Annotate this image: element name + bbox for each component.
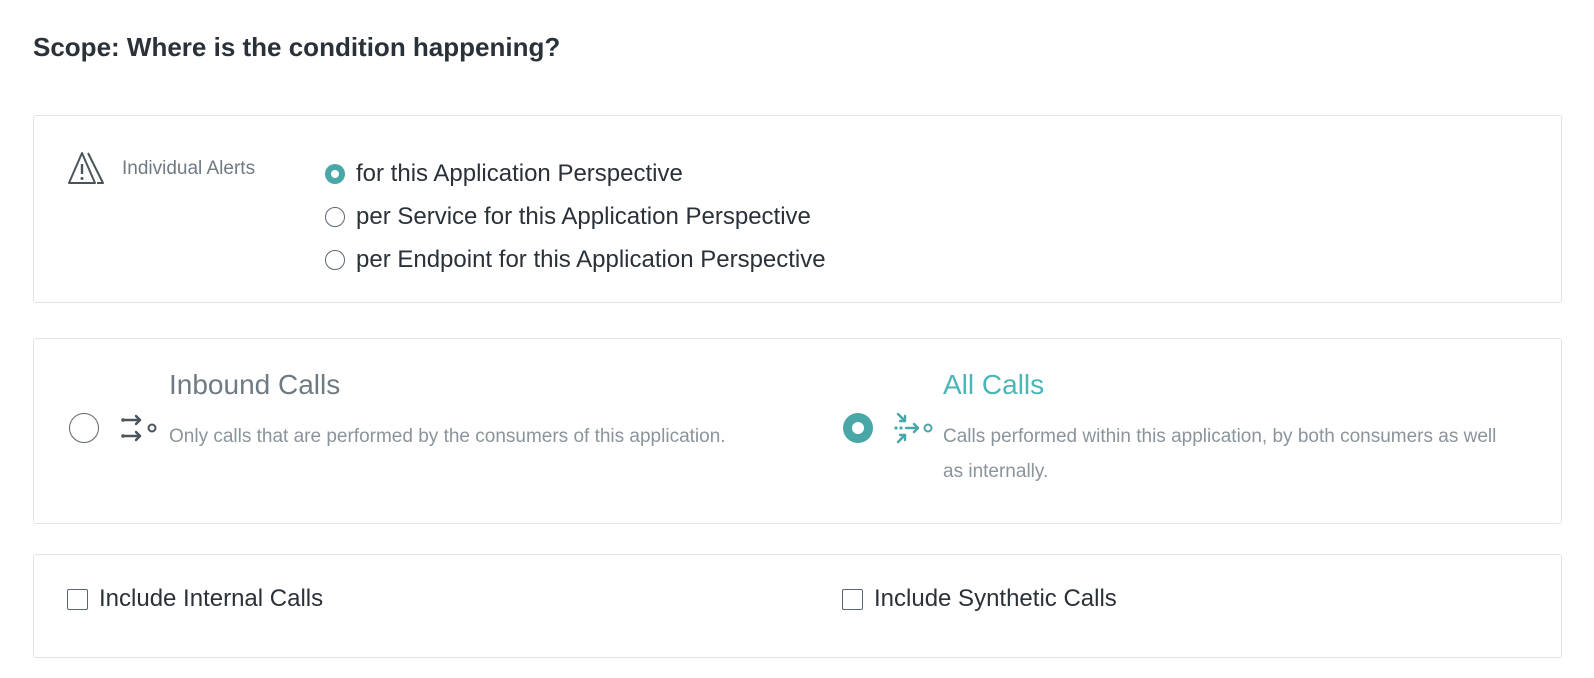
warning-triangles-icon	[68, 152, 104, 184]
include-internal-calls-label: Include Internal Calls	[99, 585, 324, 612]
inbound-calls-icon	[121, 414, 157, 442]
radio-option-label: per Service for this Application Perspec…	[356, 202, 811, 230]
include-synthetic-calls-label: Include Synthetic Calls	[874, 585, 1117, 612]
radio-option-label: per Endpoint for this Application Perspe…	[356, 245, 826, 273]
inbound-calls-title: Inbound Calls	[169, 369, 341, 400]
all-calls-description: Calls performed within this application,…	[943, 426, 1497, 482]
include-calls-card: Include Internal Calls Include Synthetic…	[33, 554, 1562, 658]
inbound-calls-description: Only calls that are performed by the con…	[169, 426, 726, 447]
all-calls-icon	[894, 412, 933, 444]
call-option-inbound[interactable]: Inbound Calls Only calls that are perfor…	[34, 339, 804, 525]
include-synthetic-calls-checkbox[interactable]	[842, 588, 863, 610]
all-calls-radio[interactable]	[843, 413, 873, 443]
radio-option-application-perspective[interactable]: for this Application Perspective	[325, 152, 826, 195]
include-internal-calls-option[interactable]: Include Internal Calls	[67, 585, 323, 613]
individual-alerts-label: Individual Alerts	[122, 158, 256, 179]
scope-title: Scope: Where is the condition happening?	[33, 32, 561, 62]
include-internal-calls-checkbox[interactable]	[67, 588, 88, 610]
radio-option-per-service[interactable]: per Service for this Application Perspec…	[325, 195, 826, 238]
radio-button[interactable]	[325, 206, 345, 227]
alert-scope-radio-group: for this Application Perspective per Ser…	[325, 152, 826, 281]
individual-alerts-card: Individual Alerts for this Application P…	[33, 115, 1562, 303]
radio-option-label: for this Application Perspective	[356, 159, 683, 187]
radio-option-per-endpoint[interactable]: per Endpoint for this Application Perspe…	[325, 238, 826, 281]
call-type-card: Inbound Calls Only calls that are perfor…	[33, 338, 1562, 524]
alert-scope-page: Scope: Where is the condition happening?…	[0, 0, 1594, 678]
radio-button[interactable]	[325, 249, 345, 270]
radio-button-selected[interactable]	[325, 163, 345, 184]
call-option-all[interactable]: All Calls Calls performed within this ap…	[808, 339, 1548, 525]
inbound-calls-radio[interactable]	[69, 413, 99, 443]
all-calls-title: All Calls	[943, 369, 1045, 400]
include-synthetic-calls-option[interactable]: Include Synthetic Calls	[842, 585, 1117, 613]
